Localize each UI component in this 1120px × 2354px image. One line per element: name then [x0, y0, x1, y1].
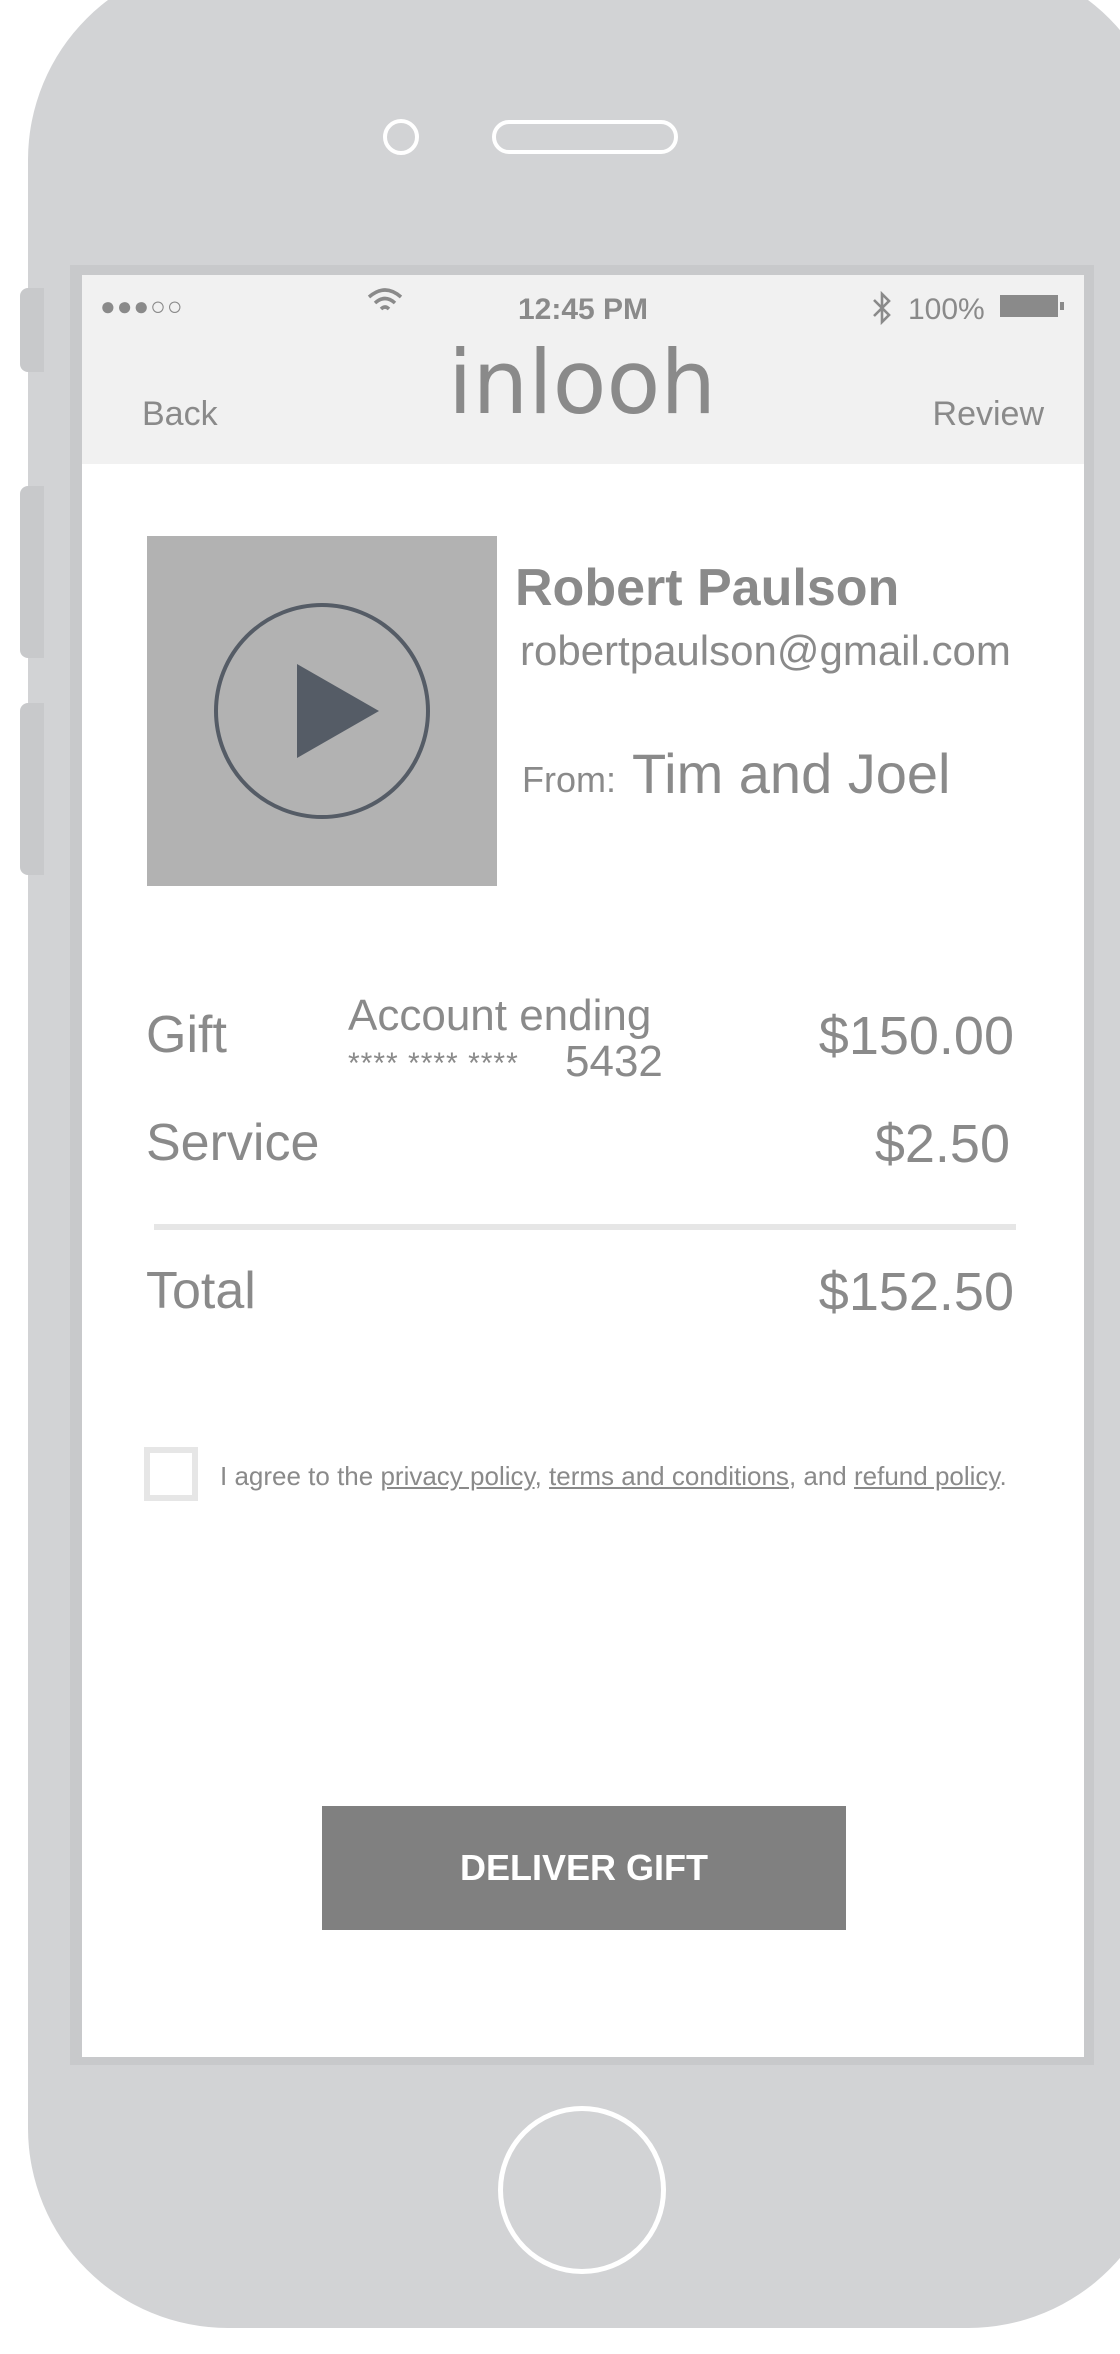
agreement-separator: , and: [788, 1461, 854, 1491]
app-screen: ●●●○○ 12:45 PM 100% Back inlooh Review R…: [82, 275, 1084, 2057]
gift-label: Gift: [146, 1006, 227, 1064]
agreement-text: I agree to the privacy policy, terms and…: [220, 1461, 1007, 1492]
total-amount: $152.50: [818, 1262, 1014, 1322]
agree-checkbox[interactable]: [144, 1447, 198, 1501]
status-time: 12:45 PM: [517, 293, 649, 326]
signal-dots-icon: ●●●○○: [100, 291, 184, 321]
agreement-suffix: .: [999, 1461, 1007, 1491]
from-value: Tim and Joel: [632, 742, 951, 805]
recipient-email: robertpaulson@gmail.com: [520, 627, 1011, 674]
agreement-prefix: I agree to the: [220, 1461, 381, 1491]
app-logo: inlooh: [448, 331, 718, 444]
privacy-policy-link[interactable]: privacy policy: [380, 1461, 534, 1491]
play-icon: [297, 664, 379, 758]
service-amount: $2.50: [874, 1114, 1010, 1174]
account-mask: **** **** ****: [348, 1047, 519, 1080]
video-thumbnail[interactable]: [147, 536, 497, 886]
earpiece-speaker: [492, 120, 678, 154]
review-button[interactable]: Review: [933, 395, 1044, 434]
service-label: Service: [146, 1114, 320, 1172]
summary-divider: [154, 1224, 1016, 1230]
bluetooth-icon: [870, 290, 894, 333]
back-button[interactable]: Back: [142, 395, 218, 434]
mute-switch: [20, 288, 44, 372]
wifi-icon: [365, 283, 405, 327]
agreement-separator: ,: [534, 1461, 550, 1491]
home-button[interactable]: [498, 2106, 666, 2274]
battery-percentage: 100%: [908, 293, 985, 326]
account-last4: 5432: [565, 1037, 663, 1086]
account-title: Account ending: [348, 991, 652, 1040]
deliver-gift-button[interactable]: DELIVER GIFT: [322, 1806, 846, 1930]
gift-amount: $150.00: [818, 1006, 1014, 1066]
front-camera: [383, 119, 419, 155]
volume-down-button: [20, 703, 44, 875]
logo-text: inlooh: [448, 343, 716, 434]
battery-icon: [1000, 295, 1064, 317]
app-header: ●●●○○ 12:45 PM 100% Back inlooh Review: [82, 275, 1084, 464]
volume-up-button: [20, 486, 44, 658]
from-label: From:: [522, 759, 616, 800]
terms-link[interactable]: terms and conditions: [549, 1461, 789, 1491]
total-label: Total: [146, 1262, 256, 1320]
recipient-name: Robert Paulson: [515, 559, 900, 617]
refund-policy-link[interactable]: refund policy: [854, 1461, 1000, 1491]
